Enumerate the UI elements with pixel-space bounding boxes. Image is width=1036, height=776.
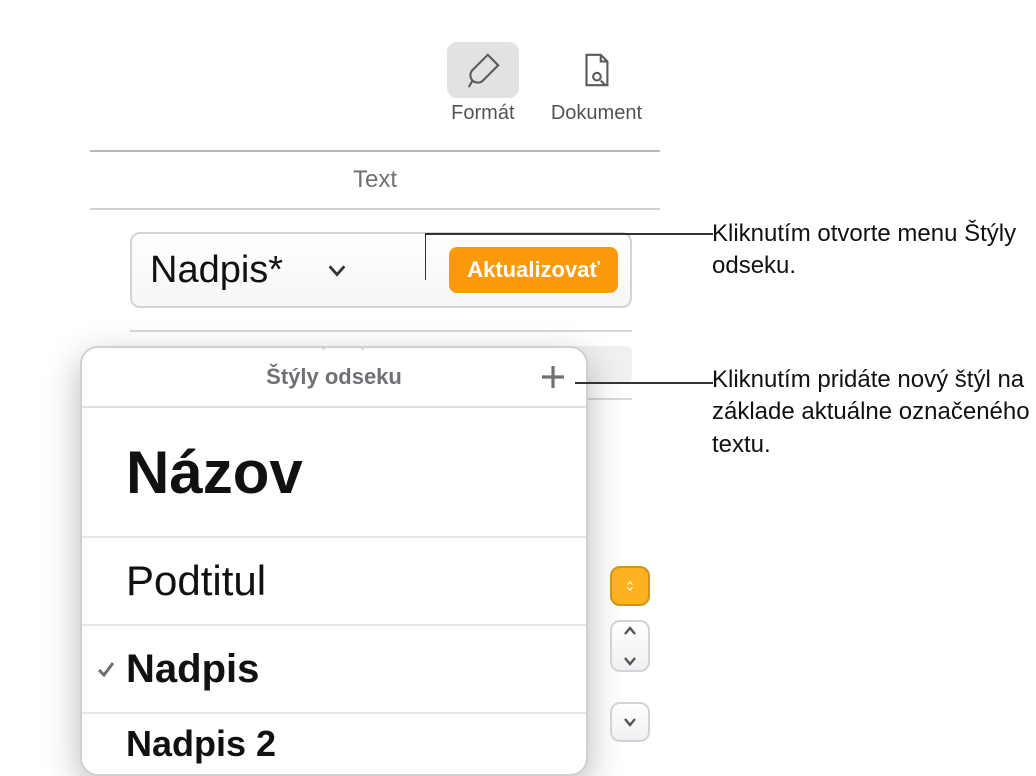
document-icon-wrap	[560, 42, 632, 98]
format-label: Formát	[451, 102, 514, 125]
document-icon	[577, 51, 615, 89]
document-tool[interactable]: Dokument	[551, 42, 642, 142]
stepper-control[interactable]	[610, 620, 650, 672]
document-label: Dokument	[551, 102, 642, 125]
popover-title: Štýly odseku	[82, 348, 586, 408]
paragraph-styles-popover: Štýly odseku Názov Podtitul Nadpis Nadpi…	[80, 346, 588, 776]
style-item-label: Nadpis 2	[126, 723, 276, 765]
leader-line	[575, 378, 713, 388]
popover-title-label: Štýly odseku	[266, 364, 402, 390]
expand-control[interactable]	[610, 702, 650, 742]
format-tool[interactable]: Formát	[447, 42, 519, 142]
style-item-title[interactable]: Názov	[82, 408, 586, 538]
style-item-heading[interactable]: Nadpis	[82, 626, 586, 714]
format-icon-wrap	[447, 42, 519, 98]
toolbar: Formát Dokument	[0, 42, 660, 142]
chevron-down-icon	[622, 717, 638, 727]
style-item-subtitle[interactable]: Podtitul	[82, 538, 586, 626]
checkmark-icon	[96, 659, 116, 679]
style-item-heading2[interactable]: Nadpis 2	[82, 714, 586, 774]
panel-header-text: Text	[90, 152, 660, 210]
current-style-name: Nadpis*	[150, 249, 283, 292]
chevron-down-icon	[326, 259, 348, 281]
divider	[130, 330, 632, 332]
style-chevron[interactable]	[321, 254, 353, 286]
add-style-button[interactable]	[536, 360, 570, 394]
plus-icon	[538, 362, 568, 392]
up-down-icon	[622, 581, 638, 591]
leader-line	[425, 232, 713, 280]
style-item-label: Názov	[126, 438, 303, 507]
chevron-up-icon	[622, 626, 638, 636]
style-item-label: Nadpis	[126, 647, 259, 692]
paintbrush-icon	[464, 51, 502, 89]
callout-open-menu: Kliknutím otvorte menu Štýly odseku.	[712, 218, 1036, 283]
chevron-down-icon	[622, 656, 638, 666]
dropdown-control[interactable]	[610, 566, 650, 606]
style-item-label: Podtitul	[126, 557, 266, 605]
callout-add-style: Kliknutím pridáte nový štýl na základe a…	[712, 364, 1036, 461]
